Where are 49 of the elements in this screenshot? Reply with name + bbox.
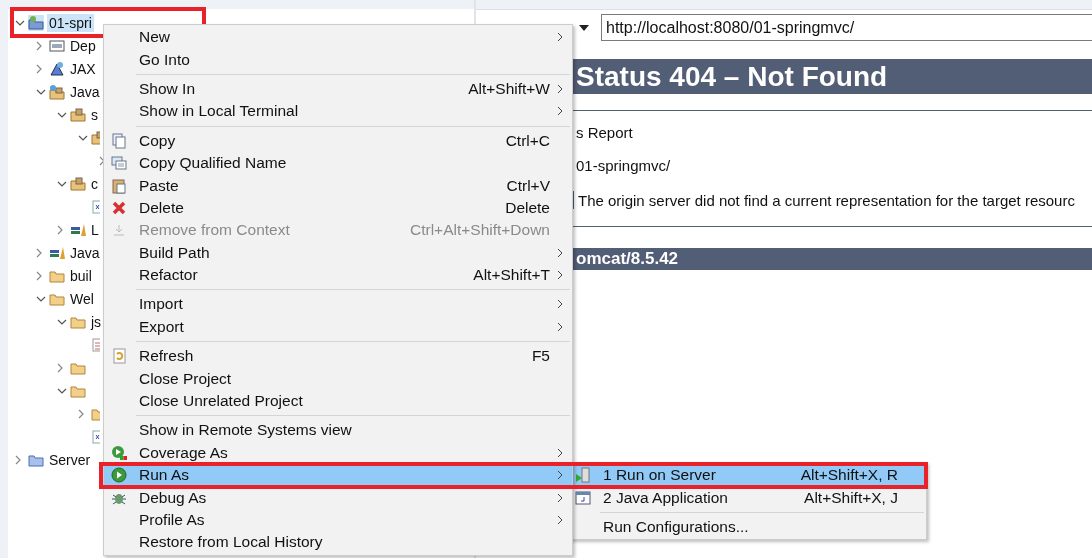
menu-item[interactable]: Profile As bbox=[104, 508, 572, 532]
tree-item[interactable]: c bbox=[89, 174, 100, 193]
run-icon bbox=[111, 467, 127, 484]
page-text: The origin server did not find a current representation for the target resourc bbox=[578, 191, 1075, 209]
package-folder-icon bbox=[70, 106, 86, 123]
remove-icon bbox=[111, 222, 127, 239]
menu-item[interactable]: Paste Ctrl+V bbox=[104, 174, 572, 197]
tree-item[interactable]: buil bbox=[68, 266, 94, 285]
tree-item[interactable]: Dep bbox=[68, 36, 98, 55]
menu-item[interactable]: Delete Delete bbox=[104, 196, 572, 220]
copy-icon bbox=[111, 132, 127, 149]
globe-icon bbox=[49, 60, 65, 77]
package-folder-icon bbox=[49, 83, 65, 100]
server-icon bbox=[575, 467, 591, 484]
page-text: 01-springmvc/ bbox=[576, 157, 672, 176]
menu-item[interactable]: Restore from Local History bbox=[104, 531, 572, 554]
library-icon bbox=[49, 37, 65, 54]
menu-item[interactable]: Close Unrelated Project bbox=[104, 389, 572, 413]
menu-item[interactable]: Copy Ctrl+C bbox=[104, 129, 572, 152]
menu-item[interactable]: Close Project bbox=[104, 367, 572, 390]
copy-icon bbox=[111, 155, 127, 172]
tree-item[interactable]: Server bbox=[47, 450, 93, 469]
menu-item[interactable]: Copy Qualified Name bbox=[104, 151, 572, 175]
menu-item[interactable]: Refresh F5 bbox=[104, 345, 572, 368]
coverage-icon bbox=[111, 444, 127, 461]
tree-item[interactable]: L bbox=[89, 220, 101, 239]
tree-item[interactable]: 01-spri bbox=[47, 13, 94, 32]
tree-item[interactable]: Java bbox=[68, 82, 102, 101]
delete-icon bbox=[111, 199, 127, 216]
menu-item[interactable]: Show in Local Terminal bbox=[104, 100, 572, 123]
tree-item[interactable]: Wel bbox=[68, 289, 96, 308]
url-field[interactable]: http://localhost:8080/01-springmvc/ bbox=[601, 14, 1092, 41]
page-text: s Report bbox=[576, 124, 634, 143]
tree-item[interactable]: s bbox=[89, 105, 100, 124]
package-folder-icon bbox=[70, 175, 86, 192]
menu-item[interactable]: Coverage As bbox=[104, 441, 572, 465]
menu-item[interactable]: New bbox=[104, 26, 572, 49]
dropdown-arrow-icon[interactable] bbox=[579, 24, 589, 31]
tree-item[interactable]: Java bbox=[68, 243, 102, 262]
project-icon bbox=[28, 14, 44, 31]
clipboard-icon bbox=[111, 177, 127, 194]
menu-item[interactable]: Show in Remote Systems view bbox=[104, 419, 572, 442]
menu-item[interactable]: Run As bbox=[104, 464, 572, 487]
window-icon bbox=[575, 489, 591, 506]
refresh-icon bbox=[111, 348, 127, 365]
menu-item[interactable]: Export bbox=[104, 315, 572, 339]
tree-item[interactable]: JAX bbox=[68, 59, 98, 78]
menu-item[interactable]: Import bbox=[104, 293, 572, 316]
tree-item[interactable]: js bbox=[89, 312, 104, 331]
